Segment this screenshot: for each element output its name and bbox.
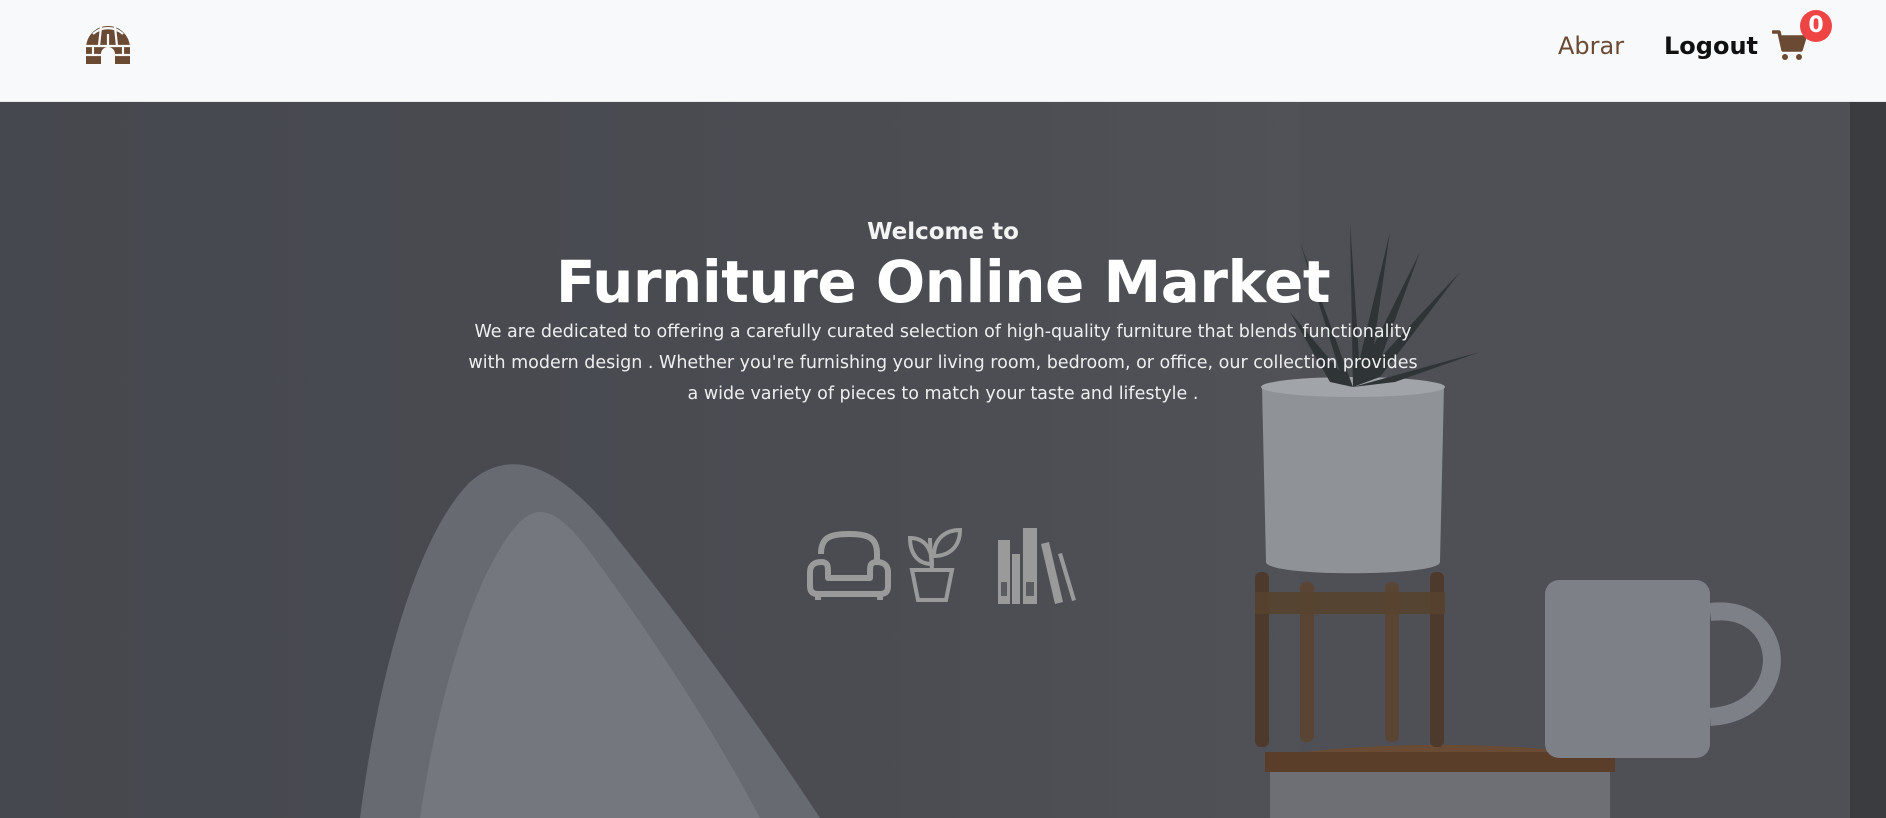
igloo-icon[interactable] <box>83 26 133 66</box>
hero-content: Welcome to Furniture Online Market We ar… <box>443 219 1443 410</box>
logout-link[interactable]: Logout <box>1664 32 1758 60</box>
books-icon <box>998 528 1076 604</box>
user-link[interactable]: Abrar <box>1558 32 1624 60</box>
hero-description: We are dedicated to offering a carefully… <box>468 322 1418 404</box>
armchair-icon <box>807 531 891 600</box>
plant-icon <box>907 527 963 602</box>
hero-title: Furniture Online Market <box>555 248 1331 316</box>
hero-section: Welcome to Furniture Online Market We ar… <box>0 102 1886 818</box>
hero-icons <box>806 526 1086 611</box>
hero-welcome-text: Welcome to <box>867 219 1019 245</box>
hero-background-image <box>360 102 1886 818</box>
cart-count-badge[interactable]: 0 <box>1800 10 1832 42</box>
navbar: Abrar Logout 0 <box>0 0 1886 102</box>
